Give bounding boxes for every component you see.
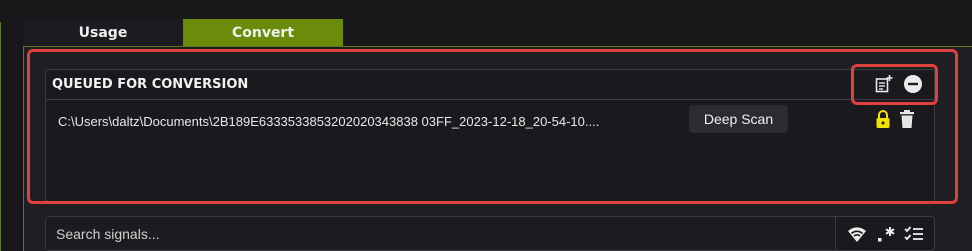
outer-left-border	[0, 22, 5, 251]
search-row	[45, 216, 935, 251]
regex-icon[interactable]	[876, 225, 896, 243]
wifi-signal-icon[interactable]	[847, 225, 867, 243]
highlight-queue-section	[27, 49, 958, 204]
tab-convert[interactable]: Convert	[183, 19, 343, 47]
checklist-icon[interactable]	[904, 225, 924, 243]
tab-usage[interactable]: Usage	[23, 19, 183, 47]
highlight-queue-actions	[851, 64, 938, 105]
search-signals-input[interactable]	[46, 217, 836, 250]
